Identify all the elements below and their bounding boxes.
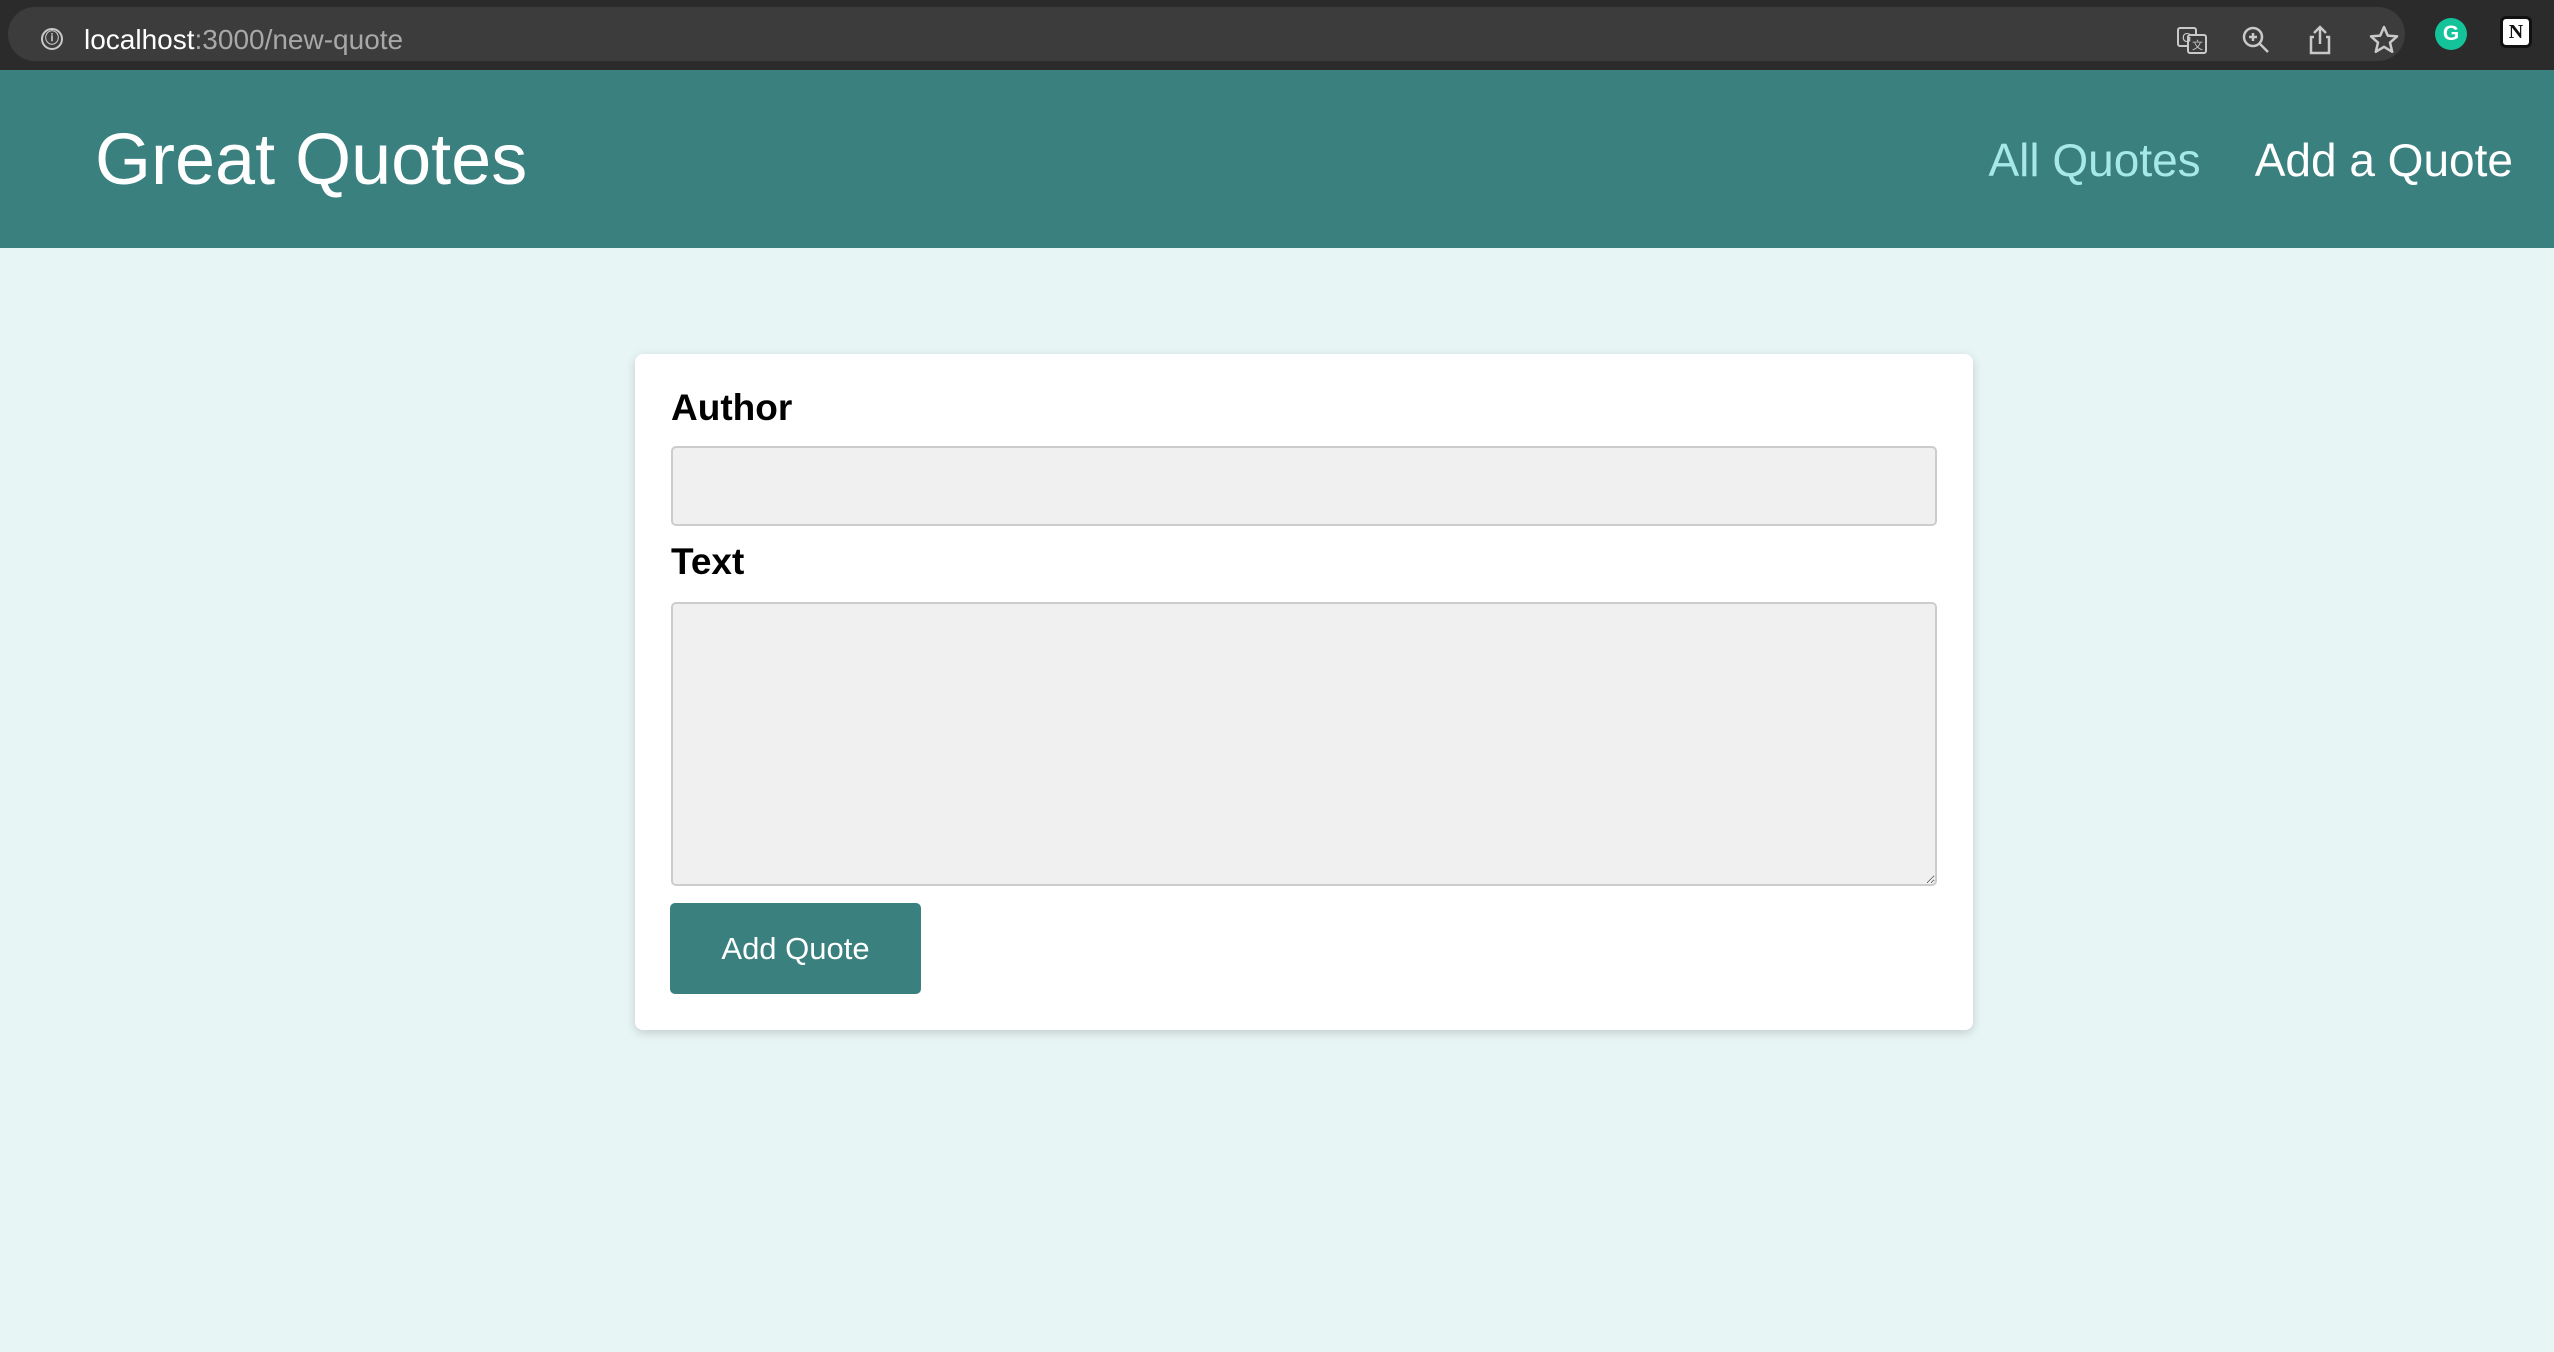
share-icon[interactable]	[2303, 23, 2337, 57]
zoom-icon[interactable]	[2239, 23, 2273, 57]
main-nav: All Quotes Add a Quote	[1988, 132, 2513, 188]
nav-link-add-quote[interactable]: Add a Quote	[2255, 132, 2513, 188]
svg-text:G: G	[2182, 31, 2191, 45]
app-title: Great Quotes	[95, 120, 528, 200]
address-bar[interactable]: ⓘ localhost:3000/new-quote G 文	[8, 7, 2405, 61]
grammarly-extension-icon[interactable]: G	[2435, 18, 2467, 50]
site-info-icon[interactable]: ⓘ	[41, 28, 63, 50]
author-input[interactable]	[671, 446, 1937, 526]
url-path: :3000/new-quote	[194, 24, 404, 55]
translate-icon[interactable]: G 文	[2175, 23, 2209, 57]
app-header: Great Quotes All Quotes Add a Quote	[0, 70, 2554, 248]
nav-link-all-quotes[interactable]: All Quotes	[1988, 132, 2200, 188]
add-quote-button[interactable]: Add Quote	[670, 903, 921, 994]
author-label: Author	[671, 387, 793, 428]
quote-text-textarea[interactable]	[671, 602, 1937, 886]
url-text[interactable]: localhost:3000/new-quote	[84, 23, 403, 57]
url-host: localhost	[84, 24, 195, 55]
notion-extension-icon[interactable]: N	[2500, 16, 2532, 48]
quote-form-card: Author Text Add Quote	[635, 354, 1973, 1030]
browser-toolbar: ⓘ localhost:3000/new-quote G 文 G N	[0, 0, 2554, 70]
svg-text:文: 文	[2192, 38, 2203, 52]
bookmark-star-icon[interactable]	[2367, 23, 2401, 57]
text-label: Text	[671, 541, 745, 582]
